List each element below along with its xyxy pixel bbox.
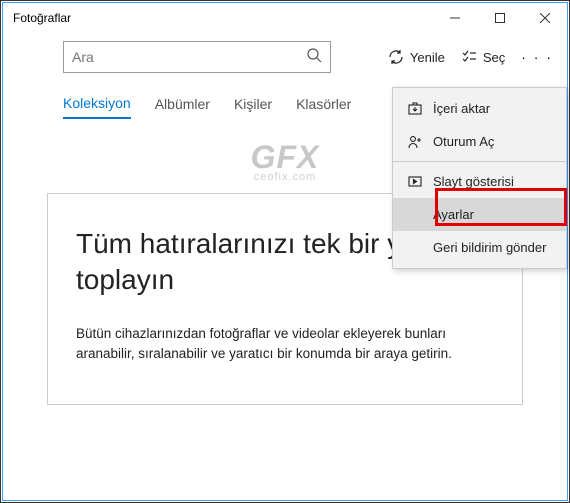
import-icon <box>407 102 423 116</box>
refresh-icon <box>388 49 404 65</box>
slideshow-icon <box>407 175 423 189</box>
menu-item-settings[interactable]: Ayarlar <box>393 198 566 231</box>
select-label: Seç <box>483 50 505 65</box>
app-window: Fotoğraflar <box>2 2 568 501</box>
tab-collection[interactable]: Koleksiyon <box>63 95 131 119</box>
menu-label: Geri bildirim gönder <box>433 240 546 255</box>
person-add-icon <box>407 135 423 149</box>
select-button[interactable]: Seç <box>455 45 511 69</box>
menu-label: Slayt gösterisi <box>433 174 514 189</box>
menu-item-signin[interactable]: Oturum Aç <box>393 125 566 158</box>
menu-item-feedback[interactable]: Geri bildirim gönder <box>393 231 566 264</box>
overflow-menu: İçeri aktar Oturum Aç Slayt gösterisi Ay… <box>392 87 567 269</box>
maximize-button[interactable] <box>477 3 522 33</box>
select-icon <box>461 49 477 65</box>
search-box[interactable] <box>63 41 331 73</box>
tab-albums[interactable]: Albümler <box>155 96 210 118</box>
toolbar: Yenile Seç · · · <box>3 33 567 81</box>
minimize-button[interactable] <box>432 3 477 33</box>
tab-people[interactable]: Kişiler <box>234 96 272 118</box>
window-controls <box>432 3 567 33</box>
hero-subtitle: Bütün cihazlarınızdan fotoğraflar ve vid… <box>76 324 494 363</box>
menu-item-import[interactable]: İçeri aktar <box>393 92 566 125</box>
window-title: Fotoğraflar <box>13 11 71 25</box>
search-icon[interactable] <box>306 47 322 68</box>
menu-item-slideshow[interactable]: Slayt gösterisi <box>393 165 566 198</box>
tab-folders[interactable]: Klasörler <box>296 96 351 118</box>
more-icon: · · · <box>521 49 553 65</box>
menu-label: Ayarlar <box>433 207 474 222</box>
refresh-label: Yenile <box>410 50 445 65</box>
titlebar: Fotoğraflar <box>3 3 567 33</box>
menu-label: Oturum Aç <box>433 134 494 149</box>
more-button[interactable]: · · · <box>515 45 559 69</box>
menu-label: İçeri aktar <box>433 101 490 116</box>
menu-separator <box>393 161 566 162</box>
refresh-button[interactable]: Yenile <box>382 45 451 69</box>
search-input[interactable] <box>72 49 306 65</box>
close-button[interactable] <box>522 3 567 33</box>
